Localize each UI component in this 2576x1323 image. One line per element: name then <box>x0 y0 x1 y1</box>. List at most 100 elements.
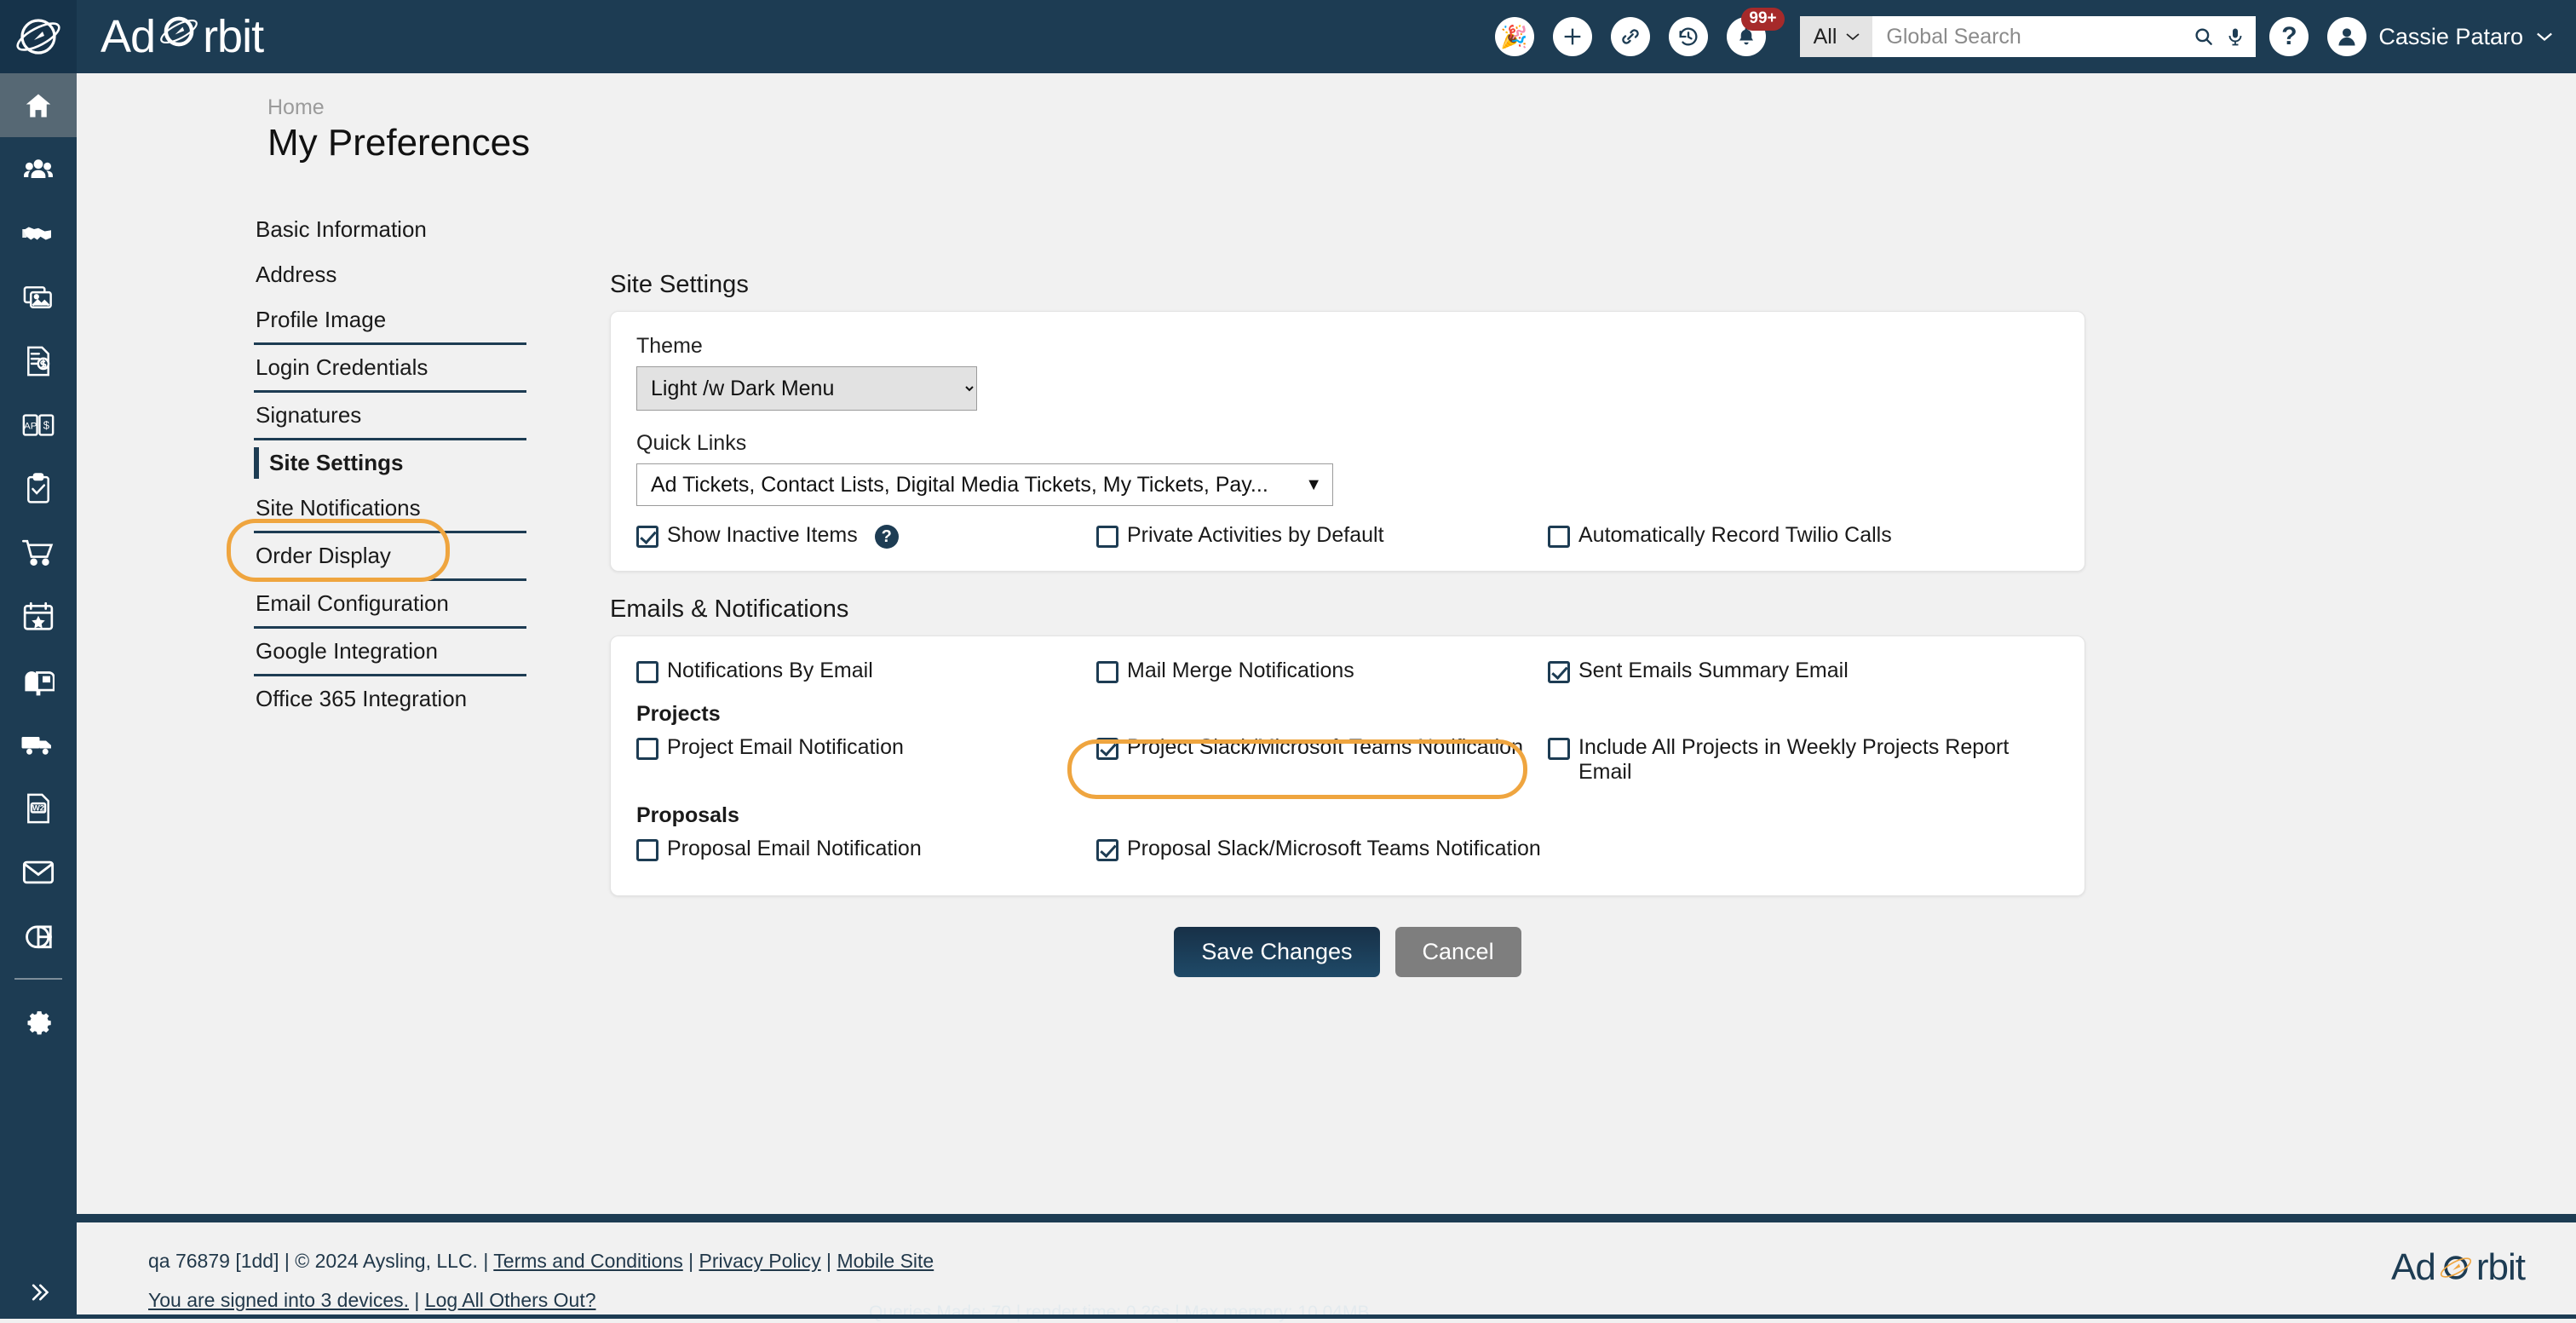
rail-item-media[interactable] <box>0 265 77 329</box>
rail-item-events[interactable] <box>0 584 77 648</box>
prefnav-item-signatures[interactable]: Signatures <box>254 393 526 438</box>
checkbox-box[interactable] <box>1096 839 1118 861</box>
footer-line-devices: You are signed into 3 devices. | Log All… <box>148 1289 596 1312</box>
brand-wordmark[interactable]: Ad rbit <box>101 10 264 63</box>
add-icon[interactable] <box>1552 17 1592 56</box>
search-icon[interactable] <box>2193 26 2215 48</box>
checkbox-box[interactable] <box>636 738 658 760</box>
rail-item-mailbox[interactable] <box>0 648 77 712</box>
checkbox-proposal-slack-microsoft-teams-notification[interactable]: Proposal Slack/Microsoft Teams Notificat… <box>1096 837 1548 861</box>
signed-in-devices-link[interactable]: You are signed into 3 devices. <box>148 1289 409 1311</box>
rail-item-invoices[interactable] <box>0 329 77 393</box>
link-icon[interactable] <box>1610 17 1650 56</box>
bottom-strip <box>0 1314 2576 1319</box>
prefnav-item-site-notifications[interactable]: Site Notifications <box>254 486 526 531</box>
search-input[interactable]: Global Search <box>1886 25 2182 49</box>
checkbox-include-all-projects-in-weekly-projects-report-email[interactable]: Include All Projects in Weekly Projects … <box>1548 735 2025 785</box>
chevron-down-icon <box>1846 33 1860 41</box>
checkbox-box[interactable] <box>1548 526 1570 548</box>
microphone-icon[interactable] <box>2225 26 2245 48</box>
pie-chart-icon <box>26 924 52 948</box>
breadcrumb[interactable]: Home <box>267 95 325 120</box>
checkbox-box[interactable] <box>1548 738 1570 760</box>
checkbox-show-inactive-items[interactable]: Show Inactive Items? <box>636 523 1096 549</box>
notifications-top-row: Notifications By Email Mail Merge Notific… <box>636 659 2059 683</box>
prefnav-item-address[interactable]: Address <box>254 252 526 297</box>
checkbox-box[interactable] <box>1096 526 1118 548</box>
prefnav-item-profile-image[interactable]: Profile Image <box>254 297 526 342</box>
gear-icon <box>27 1010 51 1034</box>
checkbox-box[interactable] <box>636 839 658 861</box>
checkbox-proposal-email-notification[interactable]: Proposal Email Notification <box>636 837 1096 861</box>
emails-notifications-card: Notifications By Email Mail Merge Notific… <box>610 636 2085 896</box>
app-logo-tile[interactable] <box>0 0 77 73</box>
prefnav-item-site-settings[interactable]: Site Settings <box>254 440 526 486</box>
checkbox-box[interactable] <box>636 526 658 548</box>
rail-item-deals[interactable] <box>0 201 77 265</box>
rail-item-orders[interactable] <box>0 521 77 584</box>
help-icon[interactable]: ? <box>874 525 899 549</box>
cancel-button[interactable]: Cancel <box>1394 927 1521 977</box>
rail-item-tasks[interactable] <box>0 457 77 521</box>
checkbox-box[interactable] <box>1548 661 1570 683</box>
prefnav-item-office-365-integration[interactable]: Office 365 Integration <box>254 676 526 722</box>
help-icon[interactable]: ? <box>2269 17 2309 56</box>
rail-item-contacts[interactable] <box>0 137 77 201</box>
checkbox-project-email-notification[interactable]: Project Email Notification <box>636 735 1096 785</box>
checkbox-private-activities-by-default[interactable]: Private Activities by Default <box>1096 523 1548 549</box>
notifications-bell-icon[interactable]: 99+ <box>1726 8 1785 56</box>
checkbox-label: Mail Merge Notifications <box>1127 659 1354 682</box>
footer-sep-3: | <box>409 1289 425 1311</box>
search-scope-dropdown[interactable]: All <box>1799 16 1873 57</box>
rail-item-rate-card[interactable]: AP $ <box>0 393 77 457</box>
rail-item-settings[interactable] <box>0 986 77 1050</box>
recent-history-icon[interactable] <box>1668 17 1708 56</box>
quick-links-multiselect[interactable]: Ad Tickets, Contact Lists, Digital Media… <box>636 463 1333 506</box>
rail-item-email[interactable] <box>0 840 77 904</box>
footer-logo-text-1: Ad <box>2391 1246 2436 1288</box>
page-title: My Preferences <box>267 122 531 164</box>
privacy-link[interactable]: Privacy Policy <box>699 1250 821 1272</box>
prefnav-item-email-configuration[interactable]: Email Configuration <box>254 581 526 626</box>
checkbox-box[interactable] <box>636 661 658 683</box>
prefnav-item-label: Order Display <box>256 543 391 568</box>
preferences-nav: Basic Information Address Profile Image Log… <box>254 207 526 722</box>
avatar[interactable] <box>2327 17 2367 56</box>
prefnav-item-google-integration[interactable]: Google Integration <box>254 629 526 674</box>
checkbox-project-slack-microsoft-teams-notification[interactable]: Project Slack/Microsoft Teams Notificati… <box>1096 735 1548 785</box>
footer-sep-2: | <box>820 1250 837 1272</box>
user-menu-chevron-down-icon[interactable] <box>2535 31 2554 43</box>
log-all-others-out-link[interactable]: Log All Others Out? <box>425 1289 596 1311</box>
rail-item-home[interactable] <box>0 73 77 137</box>
prefnav-item-login-credentials[interactable]: Login Credentials <box>254 345 526 390</box>
rail-item-w2[interactable]: W2 <box>0 776 77 840</box>
prefnav-item-label: Profile Image <box>256 307 387 332</box>
terms-link[interactable]: Terms and Conditions <box>493 1250 682 1272</box>
user-name-label[interactable]: Cassie Pataro <box>2378 24 2523 50</box>
prefnav-item-order-display[interactable]: Order Display <box>254 533 526 578</box>
prefnav-item-basic-information[interactable]: Basic Information <box>254 207 526 252</box>
orbit-planet-icon <box>16 19 60 55</box>
brand-orbit-o-icon <box>158 10 199 63</box>
checkbox-mail-merge-notifications[interactable]: Mail Merge Notifications <box>1096 659 1548 683</box>
rail-collapse-toggle[interactable] <box>0 1271 77 1314</box>
notification-count-badge: 99+ <box>1741 8 1785 31</box>
prefnav-item-label: Site Settings <box>269 450 404 475</box>
checkbox-automatically-record-twilio-calls[interactable]: Automatically Record Twilio Calls <box>1548 523 2025 549</box>
checkbox-notifications-by-email[interactable]: Notifications By Email <box>636 659 1096 683</box>
footer-line-build: qa 76879 [1dd] | © 2024 Aysling, LLC. | … <box>148 1250 934 1273</box>
checkbox-box[interactable] <box>1096 661 1118 683</box>
save-changes-button[interactable]: Save Changes <box>1174 927 1380 977</box>
checkbox-label: Sent Emails Summary Email <box>1578 659 1849 682</box>
checkbox-label: Proposal Email Notification <box>667 837 922 860</box>
mobile-site-link[interactable]: Mobile Site <box>837 1250 934 1272</box>
theme-select[interactable]: Light /w Dark Menu <box>636 366 977 411</box>
svg-text:AP: AP <box>24 421 37 431</box>
celebration-icon[interactable]: 🎉 <box>1494 17 1534 56</box>
rail-item-reports[interactable] <box>0 904 77 968</box>
checkbox-sent-emails-summary-email[interactable]: Sent Emails Summary Email <box>1548 659 2025 683</box>
search-input-wrap[interactable]: Global Search <box>1872 16 2257 57</box>
quick-links-label: Quick Links <box>636 431 747 455</box>
rail-item-shipping[interactable] <box>0 712 77 776</box>
checkbox-box[interactable] <box>1096 738 1118 760</box>
